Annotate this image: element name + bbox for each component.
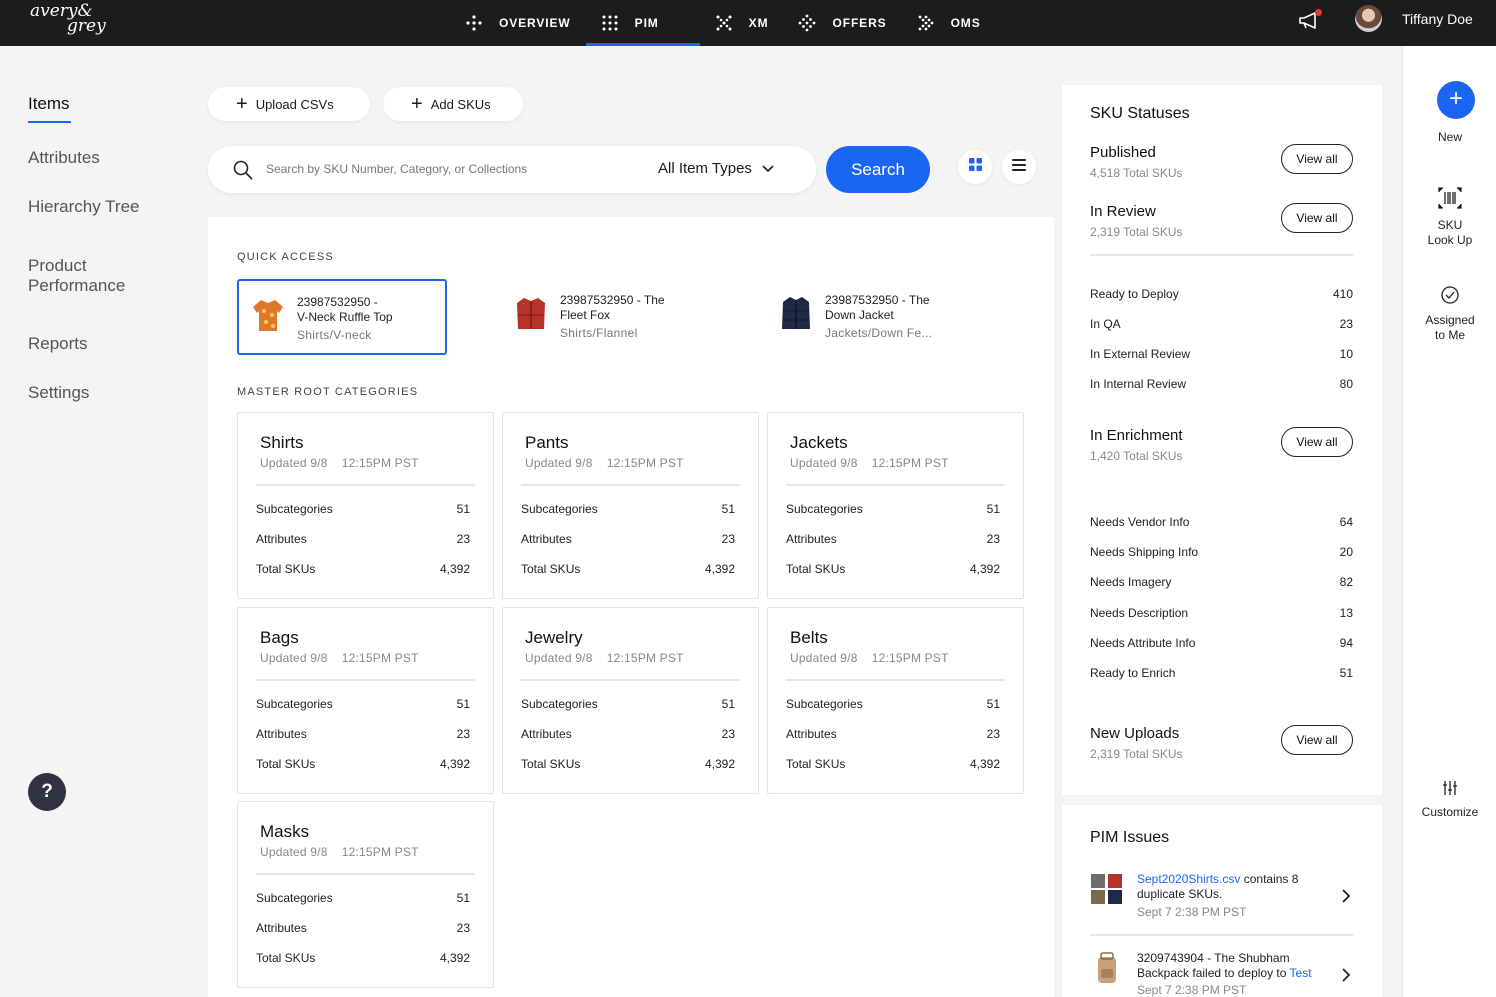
sidebar-item-product-performance[interactable]: Product Performance — [28, 256, 148, 296]
category-card-jackets[interactable]: Jackets Updated 9/8 12:15PM PST Subcateg… — [767, 412, 1024, 599]
new-button[interactable]: + — [1437, 81, 1475, 119]
add-skus-button[interactable]: + Add SKUs — [383, 87, 523, 121]
oms-icon — [917, 14, 935, 32]
nav-oms[interactable]: OMS — [902, 0, 996, 46]
sku-statuses-title: SKU Statuses — [1090, 105, 1190, 122]
status-row[interactable]: Needs Attribute Info 94 — [1090, 636, 1353, 650]
new-label: New — [1437, 130, 1462, 144]
pim-issues-title: PIM Issues — [1090, 829, 1170, 846]
shirts-collage-thumbnail — [1090, 872, 1124, 906]
view-all-published-button[interactable]: View all — [1281, 144, 1353, 174]
user-name[interactable]: Tiffany Doe — [1402, 11, 1473, 27]
sidebar-item-attributes[interactable]: Attributes — [28, 148, 100, 168]
check-circle-icon — [1403, 285, 1496, 309]
list-icon — [1012, 158, 1026, 176]
status-row[interactable]: Needs Imagery 82 — [1090, 575, 1353, 589]
sidebar-item-hierarchy-tree[interactable]: Hierarchy Tree — [28, 197, 139, 217]
status-row[interactable]: Ready to Enrich 51 — [1090, 666, 1353, 680]
shirt-thumbnail — [251, 295, 285, 335]
plus-icon: + — [1448, 85, 1463, 112]
nav-xm[interactable]: XM — [700, 0, 784, 46]
quick-access-item[interactable]: 23987532950 - The Fleet Fox Shirts/Flann… — [502, 279, 712, 355]
sidebar-item-items[interactable]: Items — [28, 94, 71, 123]
view-all-new-uploads-button[interactable]: View all — [1281, 725, 1353, 755]
issue-item[interactable]: Sept2020Shirts.csv contains 8 duplicate … — [1090, 872, 1353, 932]
category-card-bags[interactable]: Bags Updated 9/8 12:15PM PST Subcategori… — [237, 607, 494, 794]
barcode-icon — [1403, 186, 1496, 214]
issue-env-link[interactable]: Test — [1290, 966, 1312, 980]
sku-lookup-button[interactable]: SKU Look Up — [1403, 186, 1496, 248]
flannel-thumbnail — [514, 293, 548, 333]
category-card-belts[interactable]: Belts Updated 9/8 12:15PM PST Subcategor… — [767, 607, 1024, 794]
assigned-to-me-button[interactable]: Assigned to Me — [1403, 285, 1496, 343]
plus-icon: + — [411, 93, 423, 115]
status-row[interactable]: In QA 23 — [1090, 317, 1353, 331]
customize-button[interactable]: Customize — [1403, 779, 1496, 820]
issue-item[interactable]: 3209743904 - The Shubham Backpack failed… — [1090, 951, 1353, 997]
category-card-masks[interactable]: Masks Updated 9/8 12:15PM PST Subcategor… — [237, 801, 494, 988]
avatar[interactable] — [1355, 5, 1382, 32]
xm-icon — [715, 14, 733, 32]
offers-icon — [798, 14, 816, 32]
search-bar: All Item Types — [208, 146, 816, 193]
master-root-categories-label: MASTER ROOT CATEGORIES — [237, 386, 419, 398]
category-card-pants[interactable]: Pants Updated 9/8 12:15PM PST Subcategor… — [502, 412, 759, 599]
right-rail: + New SKU Look Up Assigned to Me Customi… — [1402, 46, 1496, 997]
view-all-in-review-button[interactable]: View all — [1281, 203, 1353, 233]
search-button[interactable]: Search — [826, 146, 930, 193]
sliders-icon — [1403, 779, 1496, 801]
list-view-button[interactable] — [1002, 150, 1036, 184]
nav-overview[interactable]: OVERVIEW — [450, 0, 586, 46]
notification-dot — [1315, 9, 1322, 16]
sidebar-item-settings[interactable]: Settings — [28, 383, 89, 403]
quick-access-item[interactable]: 23987532950 - The Down Jacket Jackets/Do… — [767, 279, 987, 355]
status-row[interactable]: Needs Description 13 — [1090, 606, 1353, 620]
main-nav: OVERVIEW PIM XM OFFERS OMS — [450, 0, 996, 46]
help-button[interactable]: ? — [28, 773, 66, 811]
category-card-jewelry[interactable]: Jewelry Updated 9/8 12:15PM PST Subcateg… — [502, 607, 759, 794]
pim-issues-panel: PIM Issues Sept2020Shirts.csv contains 8… — [1062, 805, 1382, 997]
status-row[interactable]: Needs Shipping Info 20 — [1090, 545, 1353, 559]
status-row[interactable]: Ready to Deploy 410 — [1090, 287, 1353, 301]
grid-view-button[interactable] — [958, 150, 992, 184]
quick-access-label: QUICK ACCESS — [237, 251, 334, 263]
nav-offers[interactable]: OFFERS — [783, 0, 901, 46]
category-card-shirts[interactable]: Shirts Updated 9/8 12:15PM PST Subcatego… — [237, 412, 494, 599]
sidebar-item-reports[interactable]: Reports — [28, 334, 88, 354]
plus-icon: + — [236, 93, 248, 115]
top-bar: avery& grey OVERVIEW PIM XM OFFERS OMS Ti… — [0, 0, 1496, 46]
status-row[interactable]: Needs Vendor Info 64 — [1090, 515, 1353, 529]
chevron-right-icon[interactable] — [1342, 968, 1351, 987]
backpack-thumbnail — [1090, 951, 1124, 985]
chevron-down-icon — [762, 160, 774, 177]
chevron-right-icon[interactable] — [1342, 889, 1351, 908]
nav-pim[interactable]: PIM — [585, 0, 700, 46]
brand-logo[interactable]: avery& grey — [30, 3, 106, 35]
overview-icon — [465, 14, 483, 32]
jacket-thumbnail — [779, 293, 813, 333]
view-all-enrichment-button[interactable]: View all — [1281, 427, 1353, 457]
status-row[interactable]: In Internal Review 80 — [1090, 377, 1353, 391]
search-icon — [232, 159, 254, 186]
search-input[interactable] — [266, 159, 626, 179]
grid-icon — [968, 158, 982, 176]
pim-grid-icon — [601, 14, 619, 32]
item-type-select[interactable]: All Item Types — [658, 160, 774, 177]
quick-access-item[interactable]: 23987532950 - V-Neck Ruffle Top Shirts/V… — [237, 279, 447, 355]
issue-file-link[interactable]: Sept2020Shirts.csv — [1137, 872, 1240, 886]
status-row[interactable]: In External Review 10 — [1090, 347, 1353, 361]
sku-statuses-panel: SKU Statuses Published 4,518 Total SKUs … — [1062, 85, 1382, 795]
upload-csv-button[interactable]: + Upload CSVs — [208, 87, 370, 121]
